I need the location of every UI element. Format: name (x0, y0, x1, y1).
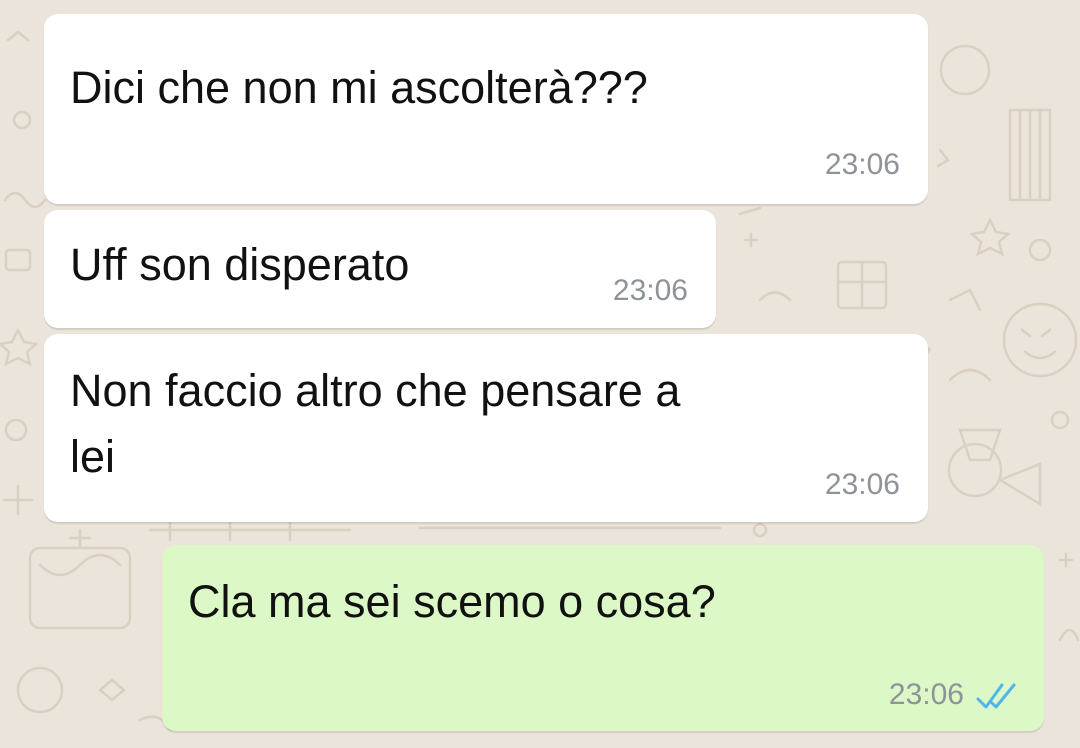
message-text: Non faccio altro che pensare a lei (70, 365, 681, 482)
message-timestamp: 23:06 (888, 678, 964, 711)
message-bubble-incoming[interactable]: Uff son disperato 23:06 (44, 210, 716, 328)
message-bubble-outgoing[interactable]: Cla ma sei scemo o cosa? 23:06 (162, 545, 1044, 731)
message-bubble-incoming[interactable]: Non faccio altro che pensare a lei 23:06 (44, 334, 928, 522)
message-text: Dici che non mi ascolterà??? (70, 62, 648, 113)
message-timestamp: 23:06 (612, 274, 688, 307)
message-timestamp: 23:06 (824, 148, 900, 181)
message-text: Uff son disperato (70, 239, 410, 290)
message-bubble-incoming[interactable]: Dici che non mi ascolterà??? 23:06 (44, 14, 928, 204)
message-text: Cla ma sei scemo o cosa? (188, 576, 716, 627)
double-check-read-icon (976, 683, 1016, 709)
message-timestamp: 23:06 (824, 468, 900, 501)
